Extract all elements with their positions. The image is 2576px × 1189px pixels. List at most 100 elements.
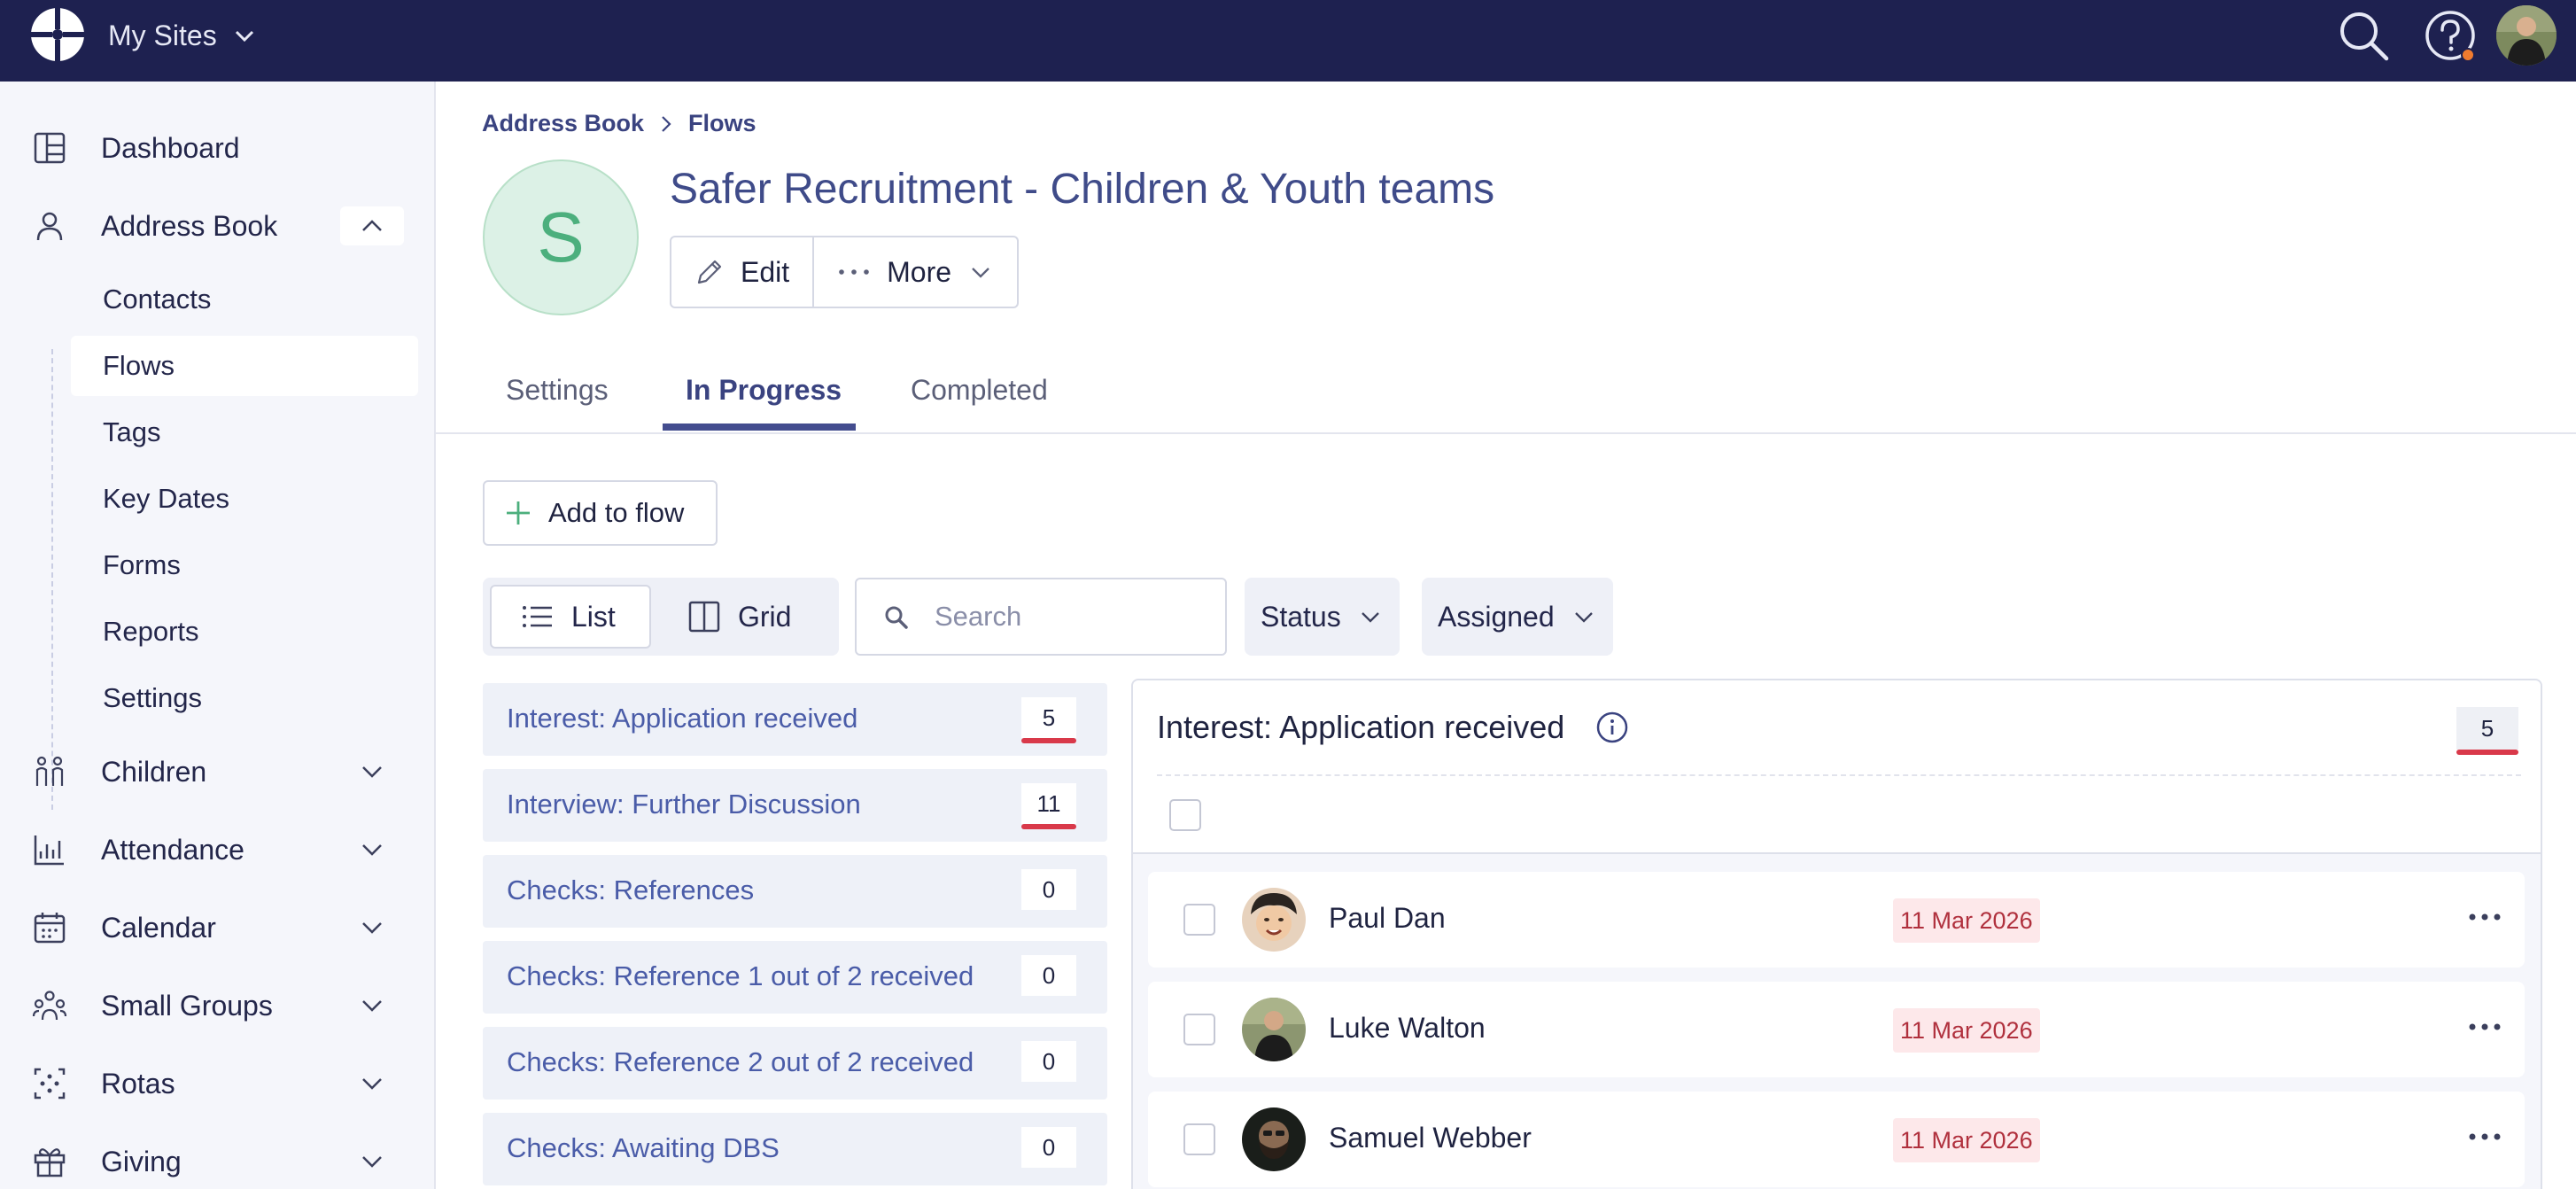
search-input[interactable] — [935, 597, 1209, 636]
collapse-button[interactable] — [340, 206, 404, 245]
sidebar-item-reports[interactable]: Reports — [71, 602, 418, 662]
page-title: Safer Recruitment - Children & Youth tea… — [670, 166, 1495, 213]
grid-view-label: Grid — [738, 600, 792, 633]
list-view-label: List — [571, 600, 616, 633]
table-row[interactable]: Samuel Webber 11 Mar 2026 — [1148, 1092, 2525, 1187]
search-icon — [885, 606, 908, 629]
stage-count: 0 — [1021, 955, 1076, 996]
ellipsis-icon[interactable] — [2463, 1005, 2507, 1049]
flow-avatar: S — [483, 159, 639, 315]
chevron-down-icon — [362, 1078, 382, 1090]
sidebar-item-children[interactable]: Children — [0, 741, 436, 803]
columns-icon — [688, 601, 720, 633]
row-checkbox[interactable] — [1183, 904, 1215, 936]
sidebar-item-dashboard[interactable]: Dashboard — [0, 117, 436, 179]
table-row[interactable]: Paul Dan 11 Mar 2026 — [1148, 872, 2525, 968]
assigned-filter[interactable]: Assigned — [1422, 578, 1613, 656]
edit-button[interactable]: Edit — [671, 237, 812, 307]
group-icon — [32, 991, 67, 1021]
search-icon[interactable] — [2337, 9, 2390, 62]
sidebar-item-calendar[interactable]: Calendar — [0, 897, 436, 959]
chevron-down-icon — [362, 1156, 382, 1168]
avatar — [1242, 1107, 1306, 1171]
sidebar-item-label: Dashboard — [101, 131, 240, 164]
chevron-down-icon — [362, 922, 382, 934]
gift-icon — [34, 1148, 66, 1177]
add-to-flow-label: Add to flow — [548, 497, 685, 528]
sidebar-item-label: Small Groups — [101, 989, 273, 1022]
ellipsis-icon[interactable] — [2463, 1115, 2507, 1159]
person-icon — [36, 212, 63, 241]
table-row[interactable]: Luke Walton 11 Mar 2026 — [1148, 982, 2525, 1077]
add-to-flow-button[interactable]: Add to flow — [483, 480, 718, 546]
stage-item[interactable]: Interest: Application received 5 — [483, 683, 1107, 756]
help-icon[interactable] — [2424, 9, 2477, 62]
stage-count: 0 — [1021, 869, 1076, 910]
chevron-down-icon — [1361, 612, 1379, 623]
avatar[interactable] — [2496, 5, 2557, 66]
breadcrumb-address-book[interactable]: Address Book — [482, 110, 644, 137]
plus-icon — [507, 501, 530, 525]
stage-count-indicator — [1021, 738, 1076, 743]
sidebar-item-attendance[interactable]: Attendance — [0, 819, 436, 881]
divider — [1157, 774, 2521, 776]
sidebar-item-giving[interactable]: Giving — [0, 1131, 436, 1189]
grid-view-button[interactable]: Grid — [667, 585, 812, 649]
sidebar: Dashboard Address Book Contacts Flows Ta… — [0, 82, 436, 1189]
sidebar-item-label: Calendar — [101, 911, 216, 944]
sidebar-item-flows[interactable]: Flows — [71, 336, 418, 396]
info-icon[interactable] — [1595, 711, 1629, 744]
top-bar: My Sites — [0, 0, 2576, 82]
sidebar-item-settings[interactable]: Settings — [71, 668, 418, 728]
stage-detail-panel: Interest: Application received 5 Paul Da… — [1131, 679, 2542, 1189]
sidebar-item-forms[interactable]: Forms — [71, 535, 418, 595]
row-checkbox[interactable] — [1183, 1014, 1215, 1045]
more-button[interactable]: More — [812, 237, 1017, 307]
sidebar-item-key-dates[interactable]: Key Dates — [71, 469, 418, 529]
list-view-button[interactable]: List — [490, 585, 651, 649]
sidebar-item-contacts[interactable]: Contacts — [71, 269, 418, 330]
sidebar-item-rotas[interactable]: Rotas — [0, 1053, 436, 1115]
sidebar-item-small-groups[interactable]: Small Groups — [0, 975, 436, 1037]
stage-item[interactable]: Checks: Reference 1 out of 2 received 0 — [483, 941, 1107, 1014]
sidebar-item-label: Giving — [101, 1145, 182, 1177]
date-badge: 11 Mar 2026 — [1893, 1008, 2040, 1053]
site-switcher-label: My Sites — [108, 19, 217, 51]
sidebar-item-label: Rotas — [101, 1067, 175, 1100]
tab-settings[interactable]: Settings — [506, 374, 609, 434]
action-button-group: Edit More — [670, 236, 1020, 308]
chart-icon — [34, 835, 64, 866]
search-field[interactable] — [855, 578, 1227, 656]
stage-item[interactable]: Interview: Further Discussion 11 — [483, 769, 1107, 842]
rotas-icon — [34, 1068, 66, 1100]
select-all-checkbox[interactable] — [1169, 799, 1201, 831]
stage-label: Interest: Application received — [507, 703, 858, 734]
stage-label: Checks: Reference 1 out of 2 received — [507, 960, 974, 991]
stage-count: 5 — [1021, 697, 1076, 738]
sidebar-item-tags[interactable]: Tags — [71, 402, 418, 462]
site-switcher[interactable]: My Sites — [108, 18, 256, 53]
chevron-down-icon — [235, 30, 253, 43]
sidebar-item-label: Address Book — [101, 209, 278, 242]
ellipsis-icon[interactable] — [2463, 895, 2507, 939]
stage-item[interactable]: Checks: References 0 — [483, 855, 1107, 928]
edit-label: Edit — [741, 255, 790, 288]
person-name: Samuel Webber — [1329, 1122, 1532, 1154]
dashboard-icon — [34, 132, 66, 164]
status-filter-label: Status — [1261, 600, 1341, 633]
stage-count-indicator — [1021, 824, 1076, 829]
chevron-down-icon — [1574, 612, 1593, 623]
avatar — [1242, 998, 1306, 1061]
status-filter[interactable]: Status — [1245, 578, 1400, 656]
stage-item[interactable]: Checks: Reference 2 out of 2 received 0 — [483, 1027, 1107, 1100]
person-name: Paul Dan — [1329, 902, 1446, 934]
stage-item[interactable]: Checks: Awaiting DBS 0 — [483, 1113, 1107, 1185]
tab-completed[interactable]: Completed — [911, 374, 1048, 434]
sidebar-item-address-book[interactable]: Address Book — [0, 195, 436, 257]
breadcrumb-flows[interactable]: Flows — [688, 110, 757, 137]
avatar — [1242, 888, 1306, 952]
row-checkbox[interactable] — [1183, 1123, 1215, 1155]
logo-icon[interactable] — [28, 5, 87, 64]
user-photo — [2496, 5, 2557, 66]
chevron-down-icon — [362, 1000, 382, 1012]
